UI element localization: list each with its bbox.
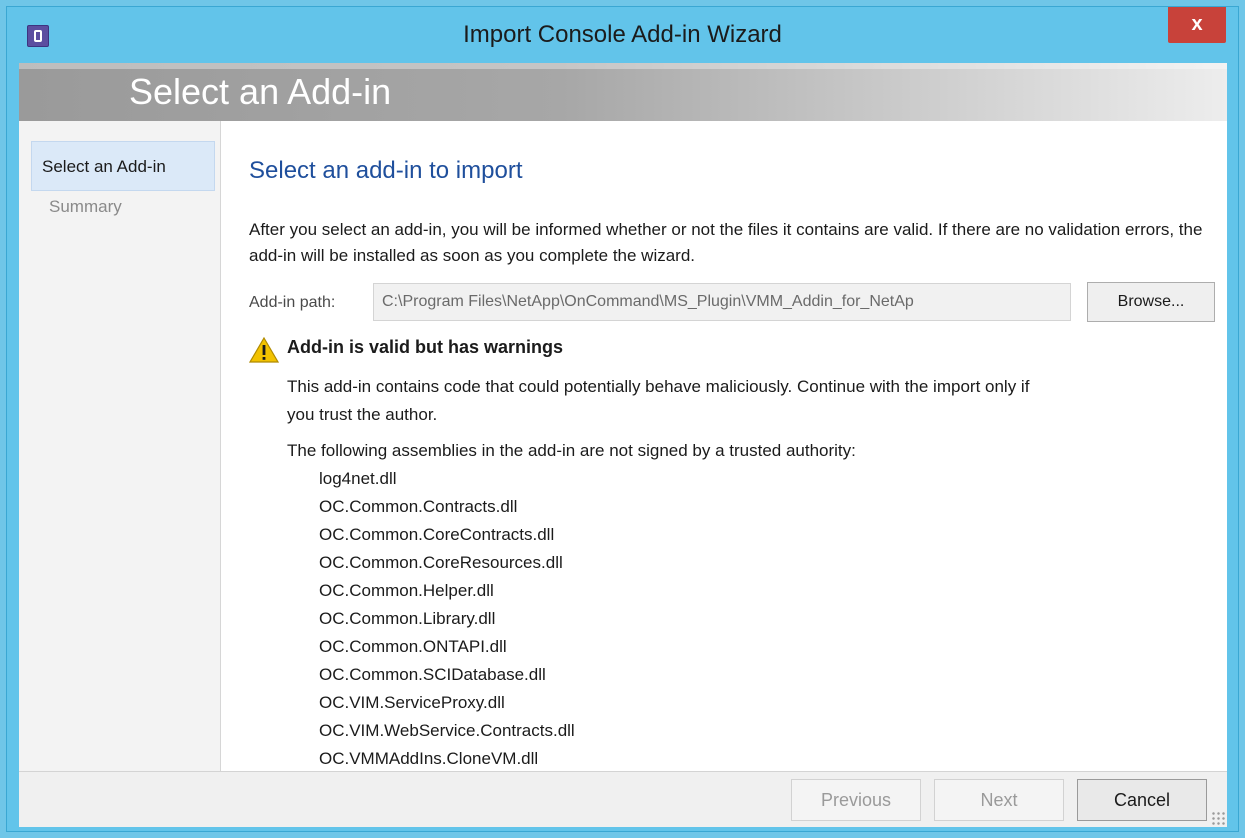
add-in-path-field[interactable]: C:\Program Files\NetApp\OnCommand\MS_Plu… bbox=[373, 283, 1071, 321]
wizard-steps-sidebar: Select an Add-in Summary bbox=[19, 121, 221, 771]
step-select-add-in[interactable]: Select an Add-in bbox=[31, 141, 215, 191]
assembly-item: OC.Common.Library.dll bbox=[319, 609, 496, 628]
assembly-item: log4net.dll bbox=[319, 469, 397, 488]
next-button[interactable]: Next bbox=[934, 779, 1064, 821]
cancel-button[interactable]: Cancel bbox=[1077, 779, 1207, 821]
assembly-item: OC.Common.CoreResources.dll bbox=[319, 553, 563, 572]
previous-button[interactable]: Previous bbox=[791, 779, 921, 821]
assembly-item: OC.Common.Helper.dll bbox=[319, 581, 494, 600]
title-bar[interactable]: Import Console Add-in Wizard x bbox=[7, 7, 1238, 63]
assembly-item: OC.Common.Contracts.dll bbox=[319, 497, 518, 516]
assembly-item: OC.VIM.WebService.Contracts.dll bbox=[319, 721, 575, 740]
assembly-item: OC.Common.ONTAPI.dll bbox=[319, 637, 507, 656]
page-heading: Select an add-in to import bbox=[249, 157, 523, 184]
unsigned-assemblies-list: log4net.dll OC.Common.Contracts.dll OC.C… bbox=[319, 465, 575, 773]
wizard-footer: Previous Next Cancel bbox=[19, 771, 1227, 827]
unsigned-assemblies-heading: The following assemblies in the add-in a… bbox=[287, 441, 856, 460]
content-area: Select an Add-in Summary Select an add-i… bbox=[19, 121, 1227, 771]
warning-description: This add-in contains code that could pot… bbox=[287, 373, 1217, 429]
main-panel: Select an add-in to import After you sel… bbox=[221, 121, 1227, 771]
wizard-window: Import Console Add-in Wizard x Select an… bbox=[6, 6, 1239, 832]
warning-title: Add-in is valid but has warnings bbox=[287, 337, 564, 357]
warning-description-line: This add-in contains code that could pot… bbox=[287, 377, 1030, 396]
warning-icon bbox=[249, 337, 279, 363]
assembly-item: OC.Common.SCIDatabase.dll bbox=[319, 665, 546, 684]
window-title: Import Console Add-in Wizard bbox=[463, 21, 782, 48]
step-label: Select an Add-in bbox=[42, 157, 166, 176]
assembly-item: OC.VMMAddIns.CloneVM.dll bbox=[319, 749, 539, 768]
assembly-item: OC.VIM.ServiceProxy.dll bbox=[319, 693, 505, 712]
banner-title: Select an Add-in bbox=[129, 71, 392, 112]
close-button[interactable]: x bbox=[1168, 7, 1226, 43]
warning-description-line: you trust the author. bbox=[287, 405, 438, 424]
step-summary[interactable]: Summary bbox=[49, 197, 122, 217]
add-in-path-label: Add-in path: bbox=[249, 294, 336, 311]
page-description: After you select an add-in, you will be … bbox=[249, 220, 1203, 265]
assembly-item: OC.Common.CoreContracts.dll bbox=[319, 525, 555, 544]
resize-grip[interactable] bbox=[1211, 811, 1225, 825]
page-banner: Select an Add-in bbox=[19, 63, 1227, 121]
browse-button[interactable]: Browse... bbox=[1087, 282, 1215, 322]
